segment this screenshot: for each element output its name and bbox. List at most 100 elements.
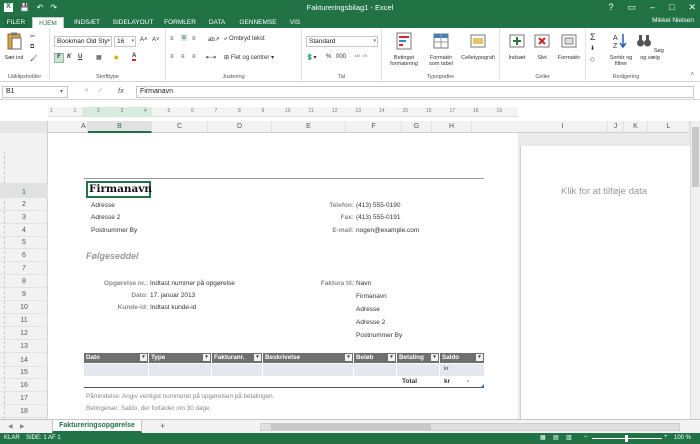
h-scroll-thumb[interactable] xyxy=(271,424,431,430)
column-header-k[interactable]: K xyxy=(624,121,648,133)
format-cells-button[interactable]: Formatér xyxy=(554,32,584,61)
user-account[interactable]: Mikkel Nielsen xyxy=(652,17,694,24)
tab-home[interactable]: HJEM xyxy=(32,17,64,28)
tab-view[interactable]: VIS xyxy=(286,17,304,28)
filter-dropdown-icon[interactable]: ▾ xyxy=(254,354,261,361)
row-header-9[interactable]: 9 xyxy=(0,288,48,301)
filter-dropdown-icon[interactable]: ▾ xyxy=(431,354,438,361)
row-header-16[interactable]: 16 xyxy=(0,379,48,392)
grow-font-button[interactable]: A˄ xyxy=(140,37,148,43)
tab-page-layout[interactable]: SIDELAYOUT xyxy=(110,17,156,28)
autosum-button[interactable]: Σ xyxy=(590,32,596,42)
percent-button[interactable]: % xyxy=(326,54,331,60)
table-header-payment[interactable]: Betaling ▾ xyxy=(397,353,439,363)
paste-button[interactable]: Sæt ind xyxy=(3,32,25,61)
tab-review[interactable]: GENNEMSE xyxy=(234,17,282,28)
find-select-button[interactable]: Søg og vælg xyxy=(636,32,664,61)
format-as-table-button[interactable]: Formatér som tabel xyxy=(424,32,458,68)
confirm-entry-icon[interactable]: ✓ xyxy=(98,87,103,94)
page-right[interactable]: Klik for at tilføje data xyxy=(520,146,700,419)
row-header-15[interactable]: 15 xyxy=(0,366,48,379)
column-header-b[interactable]: B xyxy=(88,121,152,133)
row-header-2[interactable]: 2 xyxy=(0,198,48,211)
column-header-l[interactable]: L xyxy=(648,121,690,133)
row-header-3[interactable]: 3 xyxy=(0,211,48,224)
align-middle-icon[interactable]: ≡ xyxy=(181,35,187,41)
currency-icon[interactable]: 💲▾ xyxy=(306,54,316,61)
align-bottom-icon[interactable]: ≡ xyxy=(192,36,196,42)
row-header-10[interactable]: 10 xyxy=(0,301,48,314)
borders-icon[interactable]: ▦ xyxy=(96,54,102,61)
zoom-level[interactable]: 100 % xyxy=(674,435,691,441)
horizontal-scrollbar[interactable] xyxy=(260,423,680,431)
column-header-f[interactable]: F xyxy=(346,121,402,133)
page-layout-view-icon[interactable]: ▤ xyxy=(553,434,559,441)
filter-dropdown-icon[interactable]: ▾ xyxy=(476,354,483,361)
zoom-slider[interactable] xyxy=(592,435,662,442)
tab-file[interactable]: FILER xyxy=(4,17,28,28)
column-header-g[interactable]: G xyxy=(402,121,432,133)
column-header-h[interactable]: H xyxy=(432,121,472,133)
fill-icon[interactable]: ⬇ xyxy=(590,45,595,52)
orientation-icon[interactable]: ab↗ xyxy=(208,36,220,43)
zoom-in-icon[interactable]: + xyxy=(664,434,668,440)
column-header-j[interactable]: J xyxy=(608,121,624,133)
sheet-tab-active[interactable]: Faktureringsopgørelse xyxy=(52,420,142,433)
table-row[interactable]: kr xyxy=(84,364,484,376)
table-resize-handle[interactable] xyxy=(481,384,484,387)
row-header-12[interactable]: 12 xyxy=(0,327,48,340)
column-header-a[interactable]: A xyxy=(80,121,88,133)
row-header-13[interactable]: 13 xyxy=(0,340,48,353)
fill-color-icon[interactable]: ◆ xyxy=(114,54,119,61)
table-header-invoice-no[interactable]: Fakturanr. ▾ xyxy=(212,353,262,363)
scroll-thumb[interactable] xyxy=(692,127,699,187)
vertical-scrollbar[interactable] xyxy=(690,121,700,419)
ribbon-display-icon[interactable]: ▭ xyxy=(627,2,636,13)
clear-icon[interactable]: ◇ xyxy=(590,56,595,63)
filter-dropdown-icon[interactable]: ▾ xyxy=(388,354,395,361)
page-break-view-icon[interactable]: ▥ xyxy=(566,434,572,441)
copy-icon[interactable]: ⧉ xyxy=(30,44,34,51)
table-header-description[interactable]: Beskrivelse ▾ xyxy=(263,353,353,363)
column-header-c[interactable]: C xyxy=(152,121,208,133)
bold-button[interactable]: F xyxy=(54,53,64,63)
align-top-icon[interactable]: ≡ xyxy=(170,36,174,42)
table-header-date[interactable]: Dato ▾ xyxy=(84,353,148,363)
align-center-icon[interactable]: ≡ xyxy=(181,54,185,60)
tab-formulas[interactable]: FORMLER xyxy=(160,17,200,28)
row-header-5[interactable]: 5 xyxy=(0,236,48,249)
cut-icon[interactable]: ✂ xyxy=(30,33,35,40)
zoom-out-icon[interactable]: – xyxy=(584,434,587,440)
row-header-1[interactable]: 1 xyxy=(0,183,48,198)
italic-button[interactable]: K xyxy=(67,54,71,60)
font-size-select[interactable]: 16 ▾ xyxy=(114,36,136,47)
delete-cells-button[interactable]: Slet xyxy=(530,32,554,61)
select-all-corner[interactable] xyxy=(0,121,48,133)
table-header-amount[interactable]: Beløb ▾ xyxy=(354,353,396,363)
zoom-slider-thumb[interactable] xyxy=(625,435,628,442)
underline-button[interactable]: U xyxy=(78,54,82,60)
sort-filter-button[interactable]: AZ Sortér og filtrer xyxy=(606,32,636,68)
align-left-icon[interactable]: ≡ xyxy=(170,54,174,60)
row-header-18[interactable]: 18 xyxy=(0,405,48,418)
cell-styles-button[interactable]: Celletypografi xyxy=(460,32,496,61)
cancel-entry-icon[interactable]: ✕ xyxy=(84,87,89,94)
row-header-17[interactable]: 17 xyxy=(0,392,48,405)
name-box-dropdown-icon[interactable]: ▾ xyxy=(60,88,63,95)
filter-dropdown-icon[interactable]: ▾ xyxy=(203,354,210,361)
insert-cells-button[interactable]: Indsæt xyxy=(504,32,530,61)
collapse-ribbon-icon[interactable]: ˄ xyxy=(690,72,694,78)
row-header-11[interactable]: 11 xyxy=(0,314,48,327)
filter-dropdown-icon[interactable]: ▾ xyxy=(345,354,352,361)
scroll-tabs-left-icon[interactable]: ◀ xyxy=(8,423,13,430)
tab-insert[interactable]: INDSÆT xyxy=(68,17,106,28)
company-name-cell[interactable]: Firmanavn xyxy=(86,181,152,198)
decimal-icon[interactable]: ⁺⁰ ⁻⁰ xyxy=(354,54,367,61)
insert-function-icon[interactable]: fx xyxy=(118,86,124,95)
column-header-d[interactable]: D xyxy=(208,121,272,133)
format-painter-icon[interactable]: 🖌 xyxy=(30,55,38,62)
table-header-balance[interactable]: Saldo ▾ xyxy=(440,353,484,363)
wrap-text-button[interactable]: ⤶ Ombryd tekst xyxy=(224,36,265,43)
help-icon[interactable]: ? xyxy=(608,2,613,13)
row-header-7[interactable]: 7 xyxy=(0,262,48,275)
